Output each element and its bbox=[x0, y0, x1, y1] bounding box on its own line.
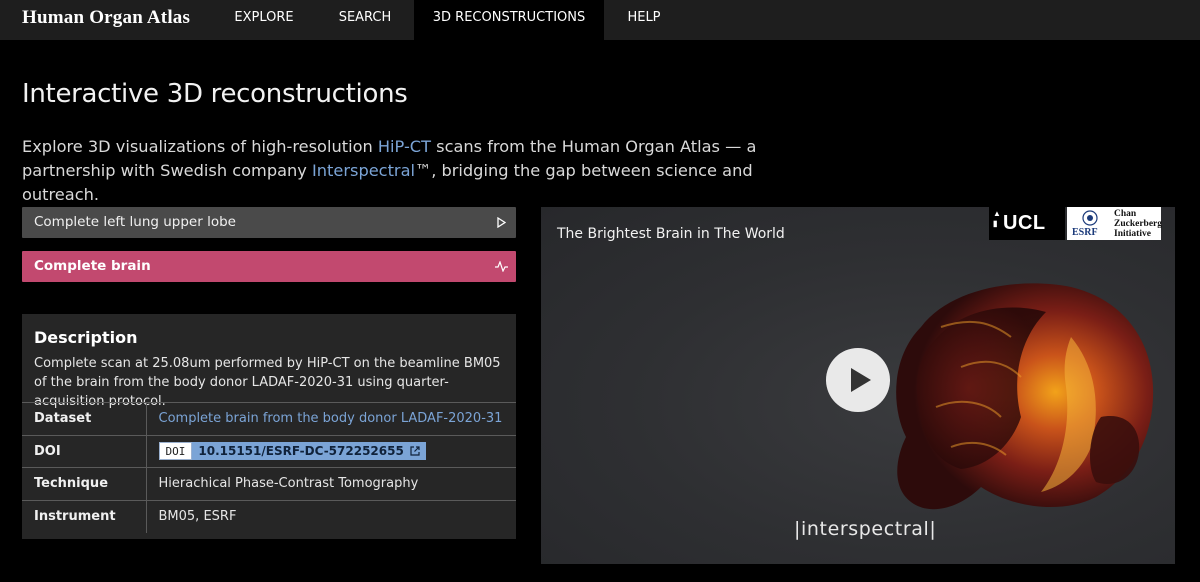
instrument-label: Instrument bbox=[22, 499, 147, 533]
video-player[interactable]: The Brightest Brain in The World ▲ ▮ UCL … bbox=[541, 207, 1175, 564]
hip-ct-link[interactable]: HiP-CT bbox=[378, 137, 431, 156]
page-title: Interactive 3D reconstructions bbox=[22, 79, 408, 109]
dataset-label: Dataset bbox=[22, 402, 147, 435]
play-button[interactable] bbox=[826, 348, 890, 412]
top-navbar: Human Organ Atlas EXPLORE SEARCH 3D RECO… bbox=[0, 0, 1200, 40]
intro-paragraph: Explore 3D visualizations of high-resolu… bbox=[22, 135, 802, 207]
option-label: Complete brain bbox=[34, 258, 151, 274]
technique-label: Technique bbox=[22, 467, 147, 500]
table-row: Dataset Complete brain from the body don… bbox=[22, 402, 516, 435]
doi-cell: DOI 10.15151/ESRF-DC-572252655 bbox=[146, 434, 516, 468]
table-row: Technique Hierachical Phase-Contrast Tom… bbox=[22, 467, 516, 500]
play-icon bbox=[851, 368, 871, 392]
metadata-table: Dataset Complete brain from the body don… bbox=[22, 402, 516, 533]
nav-3d-reconstructions[interactable]: 3D RECONSTRUCTIONS bbox=[414, 0, 604, 40]
doi-badge-key: DOI bbox=[158, 442, 193, 461]
external-link-icon bbox=[410, 446, 420, 456]
ucl-logo: ▲ ▮ UCL bbox=[989, 207, 1065, 240]
option-left-lung[interactable]: Complete left lung upper lobe bbox=[22, 207, 516, 238]
pulse-icon bbox=[494, 251, 508, 282]
doi-value: 10.15151/ESRF-DC-572252655 bbox=[198, 444, 404, 459]
doi-badge[interactable]: DOI 10.15151/ESRF-DC-572252655 bbox=[158, 442, 426, 461]
doi-badge-value: 10.15151/ESRF-DC-572252655 bbox=[192, 442, 426, 461]
intro-text-1: Explore 3D visualizations of high-resolu… bbox=[22, 137, 378, 156]
doi-label: DOI bbox=[22, 434, 147, 468]
dataset-cell: Complete brain from the body donor LADAF… bbox=[146, 402, 516, 435]
ucl-crest-icon: ▲ ▮ bbox=[993, 209, 1002, 228]
nav-search[interactable]: SEARCH bbox=[320, 0, 410, 40]
technique-value: Hierachical Phase-Contrast Tomography bbox=[146, 467, 516, 500]
play-triangle-icon bbox=[494, 207, 508, 238]
nav-explore[interactable]: EXPLORE bbox=[208, 0, 320, 40]
option-label: Complete left lung upper lobe bbox=[34, 214, 236, 230]
dataset-link[interactable]: Complete brain from the body donor LADAF… bbox=[159, 411, 503, 426]
video-title: The Brightest Brain in The World bbox=[557, 226, 785, 242]
description-panel: Description Complete scan at 25.08um per… bbox=[22, 314, 516, 539]
ucl-logo-text: UCL bbox=[1003, 212, 1046, 234]
option-complete-brain[interactable]: Complete brain bbox=[22, 251, 516, 282]
nav-help[interactable]: HELP bbox=[604, 0, 684, 40]
esrf-logo: ESRF bbox=[1067, 207, 1113, 240]
description-title: Description bbox=[34, 328, 138, 347]
instrument-value: BM05, ESRF bbox=[146, 499, 516, 533]
interspectral-link[interactable]: Interspectral bbox=[312, 161, 415, 180]
interspectral-watermark: |interspectral| bbox=[794, 518, 937, 540]
table-row: DOI DOI 10.15151/ESRF-DC-572252655 bbox=[22, 434, 516, 468]
brand-logo[interactable]: Human Organ Atlas bbox=[22, 7, 190, 29]
czi-logo: Chan Zuckerberg Initiative bbox=[1113, 207, 1163, 240]
esrf-emblem-icon bbox=[1082, 210, 1098, 226]
table-row: Instrument BM05, ESRF bbox=[22, 499, 516, 533]
esrf-logo-text: ESRF bbox=[1072, 227, 1098, 238]
